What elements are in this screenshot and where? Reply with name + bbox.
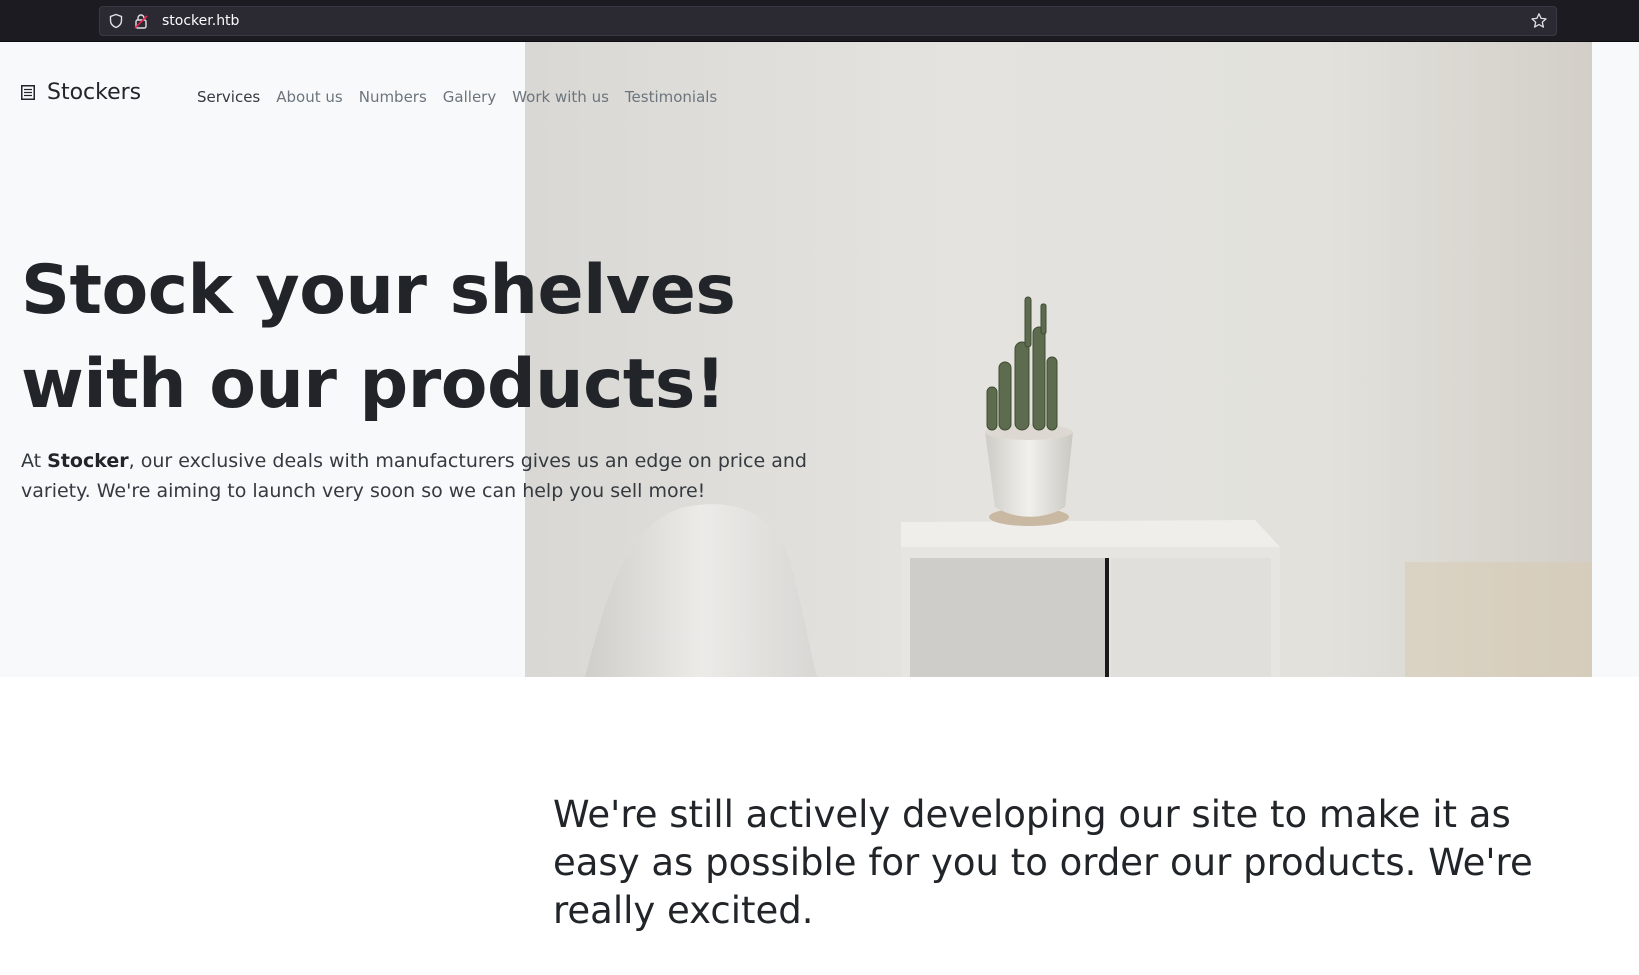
hero-lead-prefix: At xyxy=(21,450,48,472)
nav-link-testimonials[interactable]: Testimonials xyxy=(625,88,717,106)
hero-title: Stock your shelves with our products! xyxy=(21,244,841,432)
nav-links: Services About us Numbers Gallery Work w… xyxy=(197,88,733,106)
browser-toolbar: stocker.htb xyxy=(0,0,1639,42)
nav-link-gallery[interactable]: Gallery xyxy=(443,88,496,106)
nav-link-services[interactable]: Services xyxy=(197,88,260,106)
url-text[interactable]: stocker.htb xyxy=(162,13,239,29)
navbar: Stockers Services About us Numbers Galle… xyxy=(0,42,900,152)
brand-logo[interactable]: Stockers xyxy=(21,80,141,105)
shield-icon[interactable] xyxy=(108,13,124,29)
hero-lead-text: , our exclusive deals with manufacturers… xyxy=(21,450,807,502)
nav-link-work-with-us[interactable]: Work with us xyxy=(512,88,609,106)
nav-link-about-us[interactable]: About us xyxy=(276,88,342,106)
address-bar[interactable]: stocker.htb xyxy=(99,6,1557,36)
hero-section: Stockers Services About us Numbers Galle… xyxy=(0,42,1639,677)
hero-lead-brand: Stocker xyxy=(47,450,129,472)
intro-statement: We're still actively developing our site… xyxy=(553,793,1533,932)
nav-link-numbers[interactable]: Numbers xyxy=(359,88,427,106)
brand-name[interactable]: Stockers xyxy=(47,80,141,105)
bookmark-star-icon[interactable] xyxy=(1530,12,1548,30)
hero-title-line-2: with our products! xyxy=(21,345,726,424)
list-icon xyxy=(21,85,35,100)
hero-title-line-1: Stock your shelves xyxy=(21,251,736,330)
hero-lead: At Stocker, our exclusive deals with man… xyxy=(21,446,841,506)
lock-icon[interactable] xyxy=(133,13,149,29)
page-margin xyxy=(1592,42,1639,677)
